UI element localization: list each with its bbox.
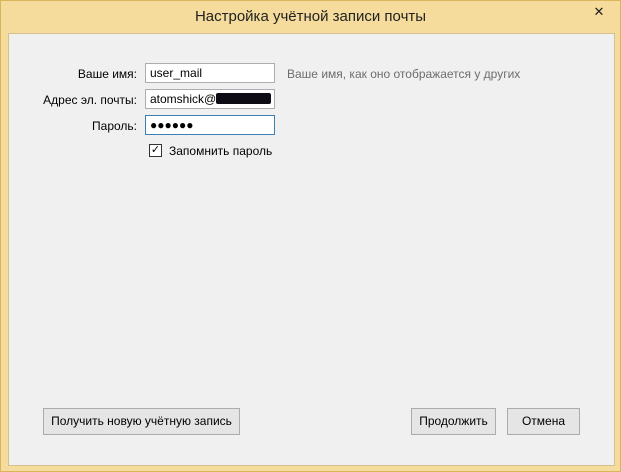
name-input-value: user_mail: [150, 66, 203, 80]
cancel-button[interactable]: Отмена: [507, 408, 580, 435]
email-input[interactable]: atomshick@: [145, 89, 275, 109]
name-input[interactable]: user_mail: [145, 63, 275, 83]
dialog-window: Настройка учётной записи почты ✕ Ваше им…: [0, 0, 621, 472]
dialog-content: Ваше имя: user_mail Ваше имя, как оно от…: [8, 33, 615, 466]
title-bar[interactable]: Настройка учётной записи почты ✕: [1, 1, 620, 33]
checkmark-icon: ✓: [150, 144, 161, 156]
get-new-account-button[interactable]: Получить новую учётную запись: [43, 408, 240, 435]
remember-password-label: Запомнить пароль: [169, 144, 273, 158]
name-label: Ваше имя:: [77, 67, 137, 81]
name-hint: Ваше имя, как оно отображается у других: [287, 67, 521, 81]
email-input-value: atomshick@: [150, 92, 217, 106]
redaction-block: [216, 93, 272, 104]
password-label: Пароль:: [92, 119, 137, 133]
continue-button[interactable]: Продолжить: [411, 408, 496, 435]
password-mask: ●●●●●●: [150, 118, 194, 132]
close-icon: ✕: [593, 4, 605, 19]
remember-password-checkbox[interactable]: ✓: [149, 144, 162, 157]
close-button[interactable]: ✕: [582, 1, 616, 23]
window-title: Настройка учётной записи почты: [194, 8, 427, 25]
email-label: Адрес эл. почты:: [43, 93, 137, 107]
password-input[interactable]: ●●●●●●: [145, 115, 275, 135]
